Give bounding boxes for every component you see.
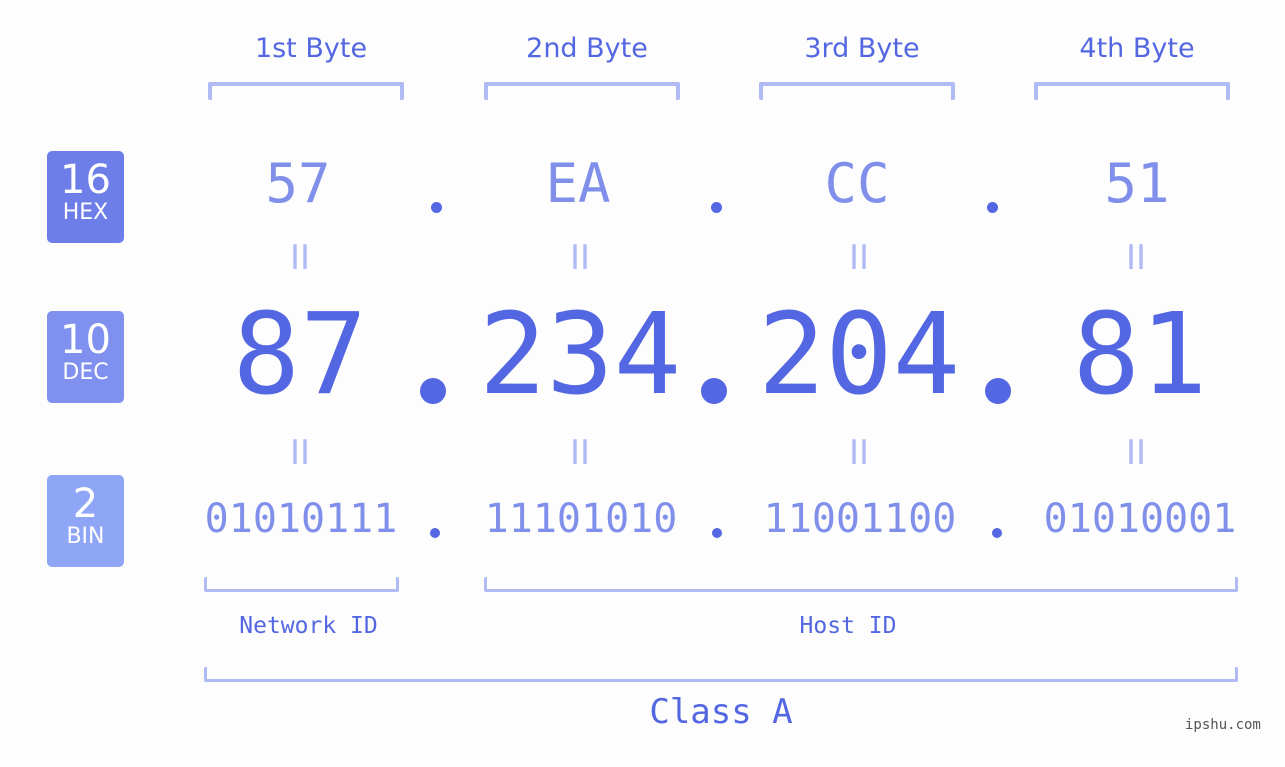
byte-header-2: 2nd Byte [526, 33, 648, 64]
bin-separator-dot [992, 528, 1002, 538]
byte-bracket-1 [208, 82, 404, 100]
network-id-bracket [204, 577, 399, 592]
network-id-label: Network ID [239, 613, 378, 639]
hex-octet-2: EA [545, 152, 611, 215]
hex-octet-1: 57 [265, 152, 331, 215]
byte-header-1: 1st Byte [254, 33, 368, 64]
equals-icon: II [848, 433, 870, 473]
dec-badge: 10 DEC [47, 311, 124, 403]
equals-icon: II [1125, 433, 1147, 473]
bin-octet-2: 11101010 [484, 496, 678, 542]
host-id-label: Host ID [799, 613, 897, 639]
watermark: ipshu.com [1185, 717, 1261, 733]
hex-octet-3: CC [824, 152, 890, 215]
equals-icon: II [289, 238, 311, 278]
byte-bracket-3 [759, 82, 955, 100]
hex-badge: 16 HEX [47, 151, 124, 243]
dec-octet-4: 81 [1072, 290, 1208, 420]
bin-badge-label: BIN [66, 524, 105, 549]
equals-icon: II [569, 238, 591, 278]
dec-octet-2: 234 [478, 290, 682, 420]
hex-octet-4: 51 [1104, 152, 1170, 215]
dec-badge-base: 10 [60, 317, 111, 363]
bin-separator-dot [430, 528, 440, 538]
equals-icon: II [1125, 238, 1147, 278]
dec-octet-3: 204 [757, 290, 961, 420]
bin-separator-dot [712, 528, 722, 538]
equals-icon: II [848, 238, 870, 278]
host-id-bracket [484, 577, 1238, 592]
dec-badge-label: DEC [62, 360, 109, 385]
byte-header-3: 3rd Byte [804, 33, 920, 64]
dec-separator-dot [420, 378, 446, 404]
bin-badge: 2 BIN [47, 475, 124, 567]
bin-badge-base: 2 [72, 481, 99, 527]
bin-octet-1: 01010111 [204, 496, 398, 542]
byte-bracket-4 [1034, 82, 1230, 100]
hex-separator-dot [431, 202, 442, 213]
equals-icon: II [569, 433, 591, 473]
class-label: Class A [649, 692, 793, 732]
dec-separator-dot [701, 378, 727, 404]
hex-separator-dot [711, 202, 722, 213]
equals-icon: II [289, 433, 311, 473]
byte-bracket-2 [484, 82, 680, 100]
hex-badge-label: HEX [62, 200, 109, 225]
byte-header-4: 4th Byte [1079, 33, 1195, 64]
bin-octet-4: 01010001 [1043, 496, 1237, 542]
class-bracket [204, 667, 1238, 682]
bin-octet-3: 11001100 [763, 496, 957, 542]
dec-separator-dot [985, 378, 1011, 404]
hex-separator-dot [987, 202, 998, 213]
dec-octet-1: 87 [232, 290, 368, 420]
hex-badge-base: 16 [60, 157, 111, 203]
